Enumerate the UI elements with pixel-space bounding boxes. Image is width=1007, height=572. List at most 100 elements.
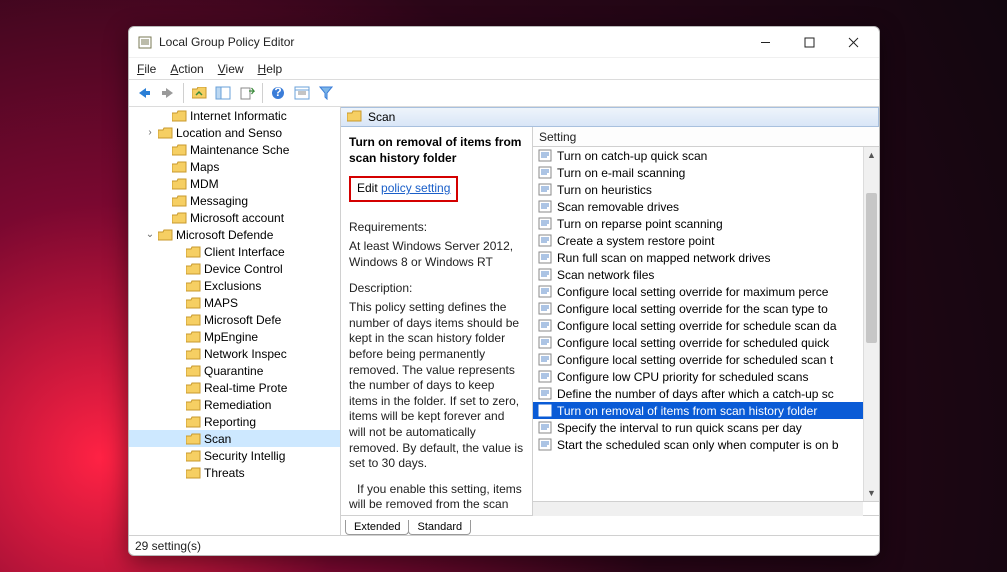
setting-item[interactable]: Start the scheduled scan only when compu… [533, 436, 879, 453]
tree-item-label: Maintenance Sche [190, 143, 289, 157]
help-button[interactable]: ? [267, 82, 289, 104]
filter-button[interactable] [315, 82, 337, 104]
settings-list[interactable]: Turn on catch-up quick scanTurn on e-mai… [533, 147, 879, 501]
folder-icon [185, 262, 201, 276]
setting-item[interactable]: Create a system restore point [533, 232, 879, 249]
description-text: This policy setting defines the number o… [349, 300, 524, 472]
export-button[interactable] [236, 82, 258, 104]
setting-item[interactable]: Configure local setting override for max… [533, 283, 879, 300]
tree-item[interactable]: Maintenance Sche [129, 141, 340, 158]
right-panel: Scan Turn on removal of items from scan … [341, 107, 879, 535]
policy-icon [537, 268, 553, 282]
tree-item[interactable]: Client Interface [129, 243, 340, 260]
close-button[interactable] [831, 28, 875, 56]
minimize-button[interactable] [743, 28, 787, 56]
setting-item[interactable]: Run full scan on mapped network drives [533, 249, 879, 266]
tree-item[interactable]: Threats [129, 464, 340, 481]
tree-item[interactable]: Reporting [129, 413, 340, 430]
menu-action[interactable]: Action [170, 62, 203, 76]
tree-item[interactable]: ›Location and Senso [129, 124, 340, 141]
setting-item[interactable]: Configure local setting override for the… [533, 300, 879, 317]
tree-item[interactable]: Scan [129, 430, 340, 447]
toolbar: ? [129, 79, 879, 107]
menu-view[interactable]: View [218, 62, 244, 76]
setting-item[interactable]: Define the number of days after which a … [533, 385, 879, 402]
tree-item-label: Remediation [204, 398, 271, 412]
menu-file[interactable]: File [137, 62, 156, 76]
tree-item[interactable]: Maps [129, 158, 340, 175]
tree-item[interactable]: MAPS [129, 294, 340, 311]
setting-item[interactable]: Scan removable drives [533, 198, 879, 215]
setting-item[interactable]: Scan network files [533, 266, 879, 283]
forward-button[interactable] [157, 82, 179, 104]
setting-label: Scan removable drives [557, 200, 679, 214]
tree-item[interactable]: Exclusions [129, 277, 340, 294]
tree-item[interactable]: Network Inspec [129, 345, 340, 362]
tree-item[interactable]: Microsoft Defe [129, 311, 340, 328]
expand-icon[interactable]: ⌄ [143, 229, 157, 240]
tree-item[interactable]: ⌄ Microsoft Defende [129, 226, 340, 243]
edit-policy-link[interactable]: policy setting [381, 181, 450, 195]
folder-icon [185, 364, 201, 378]
setting-item[interactable]: Turn on e-mail scanning [533, 164, 879, 181]
tree-item[interactable]: Real-time Prote [129, 379, 340, 396]
setting-item[interactable]: Configure local setting override for sch… [533, 334, 879, 351]
policy-icon [537, 234, 553, 248]
setting-item[interactable]: Turn on removal of items from scan histo… [533, 402, 879, 419]
tree-item-label: Maps [190, 160, 219, 174]
tree-item[interactable]: MDM [129, 175, 340, 192]
policy-icon [537, 421, 553, 435]
setting-item[interactable]: Turn on reparse point scanning [533, 215, 879, 232]
vertical-scrollbar[interactable]: ▲ ▼ [863, 147, 879, 501]
setting-label: Configure local setting override for the… [557, 302, 828, 316]
expand-icon[interactable]: › [143, 127, 157, 138]
tree-item[interactable]: MpEngine [129, 328, 340, 345]
policy-icon [537, 285, 553, 299]
tree-item-label: MpEngine [204, 330, 258, 344]
status-bar: 29 setting(s) [129, 535, 879, 555]
tree-item[interactable]: Messaging [129, 192, 340, 209]
scroll-up-button[interactable]: ▲ [864, 147, 879, 163]
tree-item[interactable]: Internet Informatic [129, 107, 340, 124]
toolbar-separator [262, 83, 263, 103]
folder-icon [185, 313, 201, 327]
setting-item[interactable]: Configure local setting override for sch… [533, 317, 879, 334]
up-button[interactable] [188, 82, 210, 104]
setting-item[interactable]: Specify the interval to run quick scans … [533, 419, 879, 436]
nav-tree[interactable]: Internet Informatic›Location and Senso Ma… [129, 107, 341, 535]
tree-item[interactable]: Security Intellig [129, 447, 340, 464]
titlebar[interactable]: Local Group Policy Editor [129, 27, 879, 57]
tree-item-label: Microsoft Defende [176, 228, 273, 242]
settings-column-header[interactable]: Setting [533, 127, 879, 147]
tree-item[interactable]: Remediation [129, 396, 340, 413]
setting-item[interactable]: Turn on catch-up quick scan [533, 147, 879, 164]
app-icon [137, 34, 153, 50]
setting-item[interactable]: Configure local setting override for sch… [533, 351, 879, 368]
policy-icon [537, 251, 553, 265]
scroll-thumb[interactable] [866, 193, 877, 343]
policy-icon [537, 438, 553, 452]
tree-item[interactable]: Microsoft account [129, 209, 340, 226]
tree-item-label: Client Interface [204, 245, 285, 259]
maximize-button[interactable] [787, 28, 831, 56]
setting-label: Specify the interval to run quick scans … [557, 421, 802, 435]
back-button[interactable] [133, 82, 155, 104]
scroll-down-button[interactable]: ▼ [864, 485, 879, 501]
folder-icon [185, 415, 201, 429]
folder-icon [185, 347, 201, 361]
tree-item[interactable]: Device Control [129, 260, 340, 277]
view-tabs: Extended Standard [341, 515, 879, 535]
pane-header-label: Scan [368, 110, 395, 124]
properties-button[interactable] [291, 82, 313, 104]
horizontal-scrollbar[interactable] [533, 502, 863, 516]
policy-icon [537, 166, 553, 180]
tab-extended[interactable]: Extended [345, 520, 409, 535]
tree-item[interactable]: Quarantine [129, 362, 340, 379]
policy-icon [537, 353, 553, 367]
setting-item[interactable]: Configure low CPU priority for scheduled… [533, 368, 879, 385]
show-hide-tree-button[interactable] [212, 82, 234, 104]
setting-item[interactable]: Turn on heuristics [533, 181, 879, 198]
folder-icon [171, 143, 187, 157]
menu-help[interactable]: Help [258, 62, 283, 76]
tab-standard[interactable]: Standard [408, 520, 471, 535]
